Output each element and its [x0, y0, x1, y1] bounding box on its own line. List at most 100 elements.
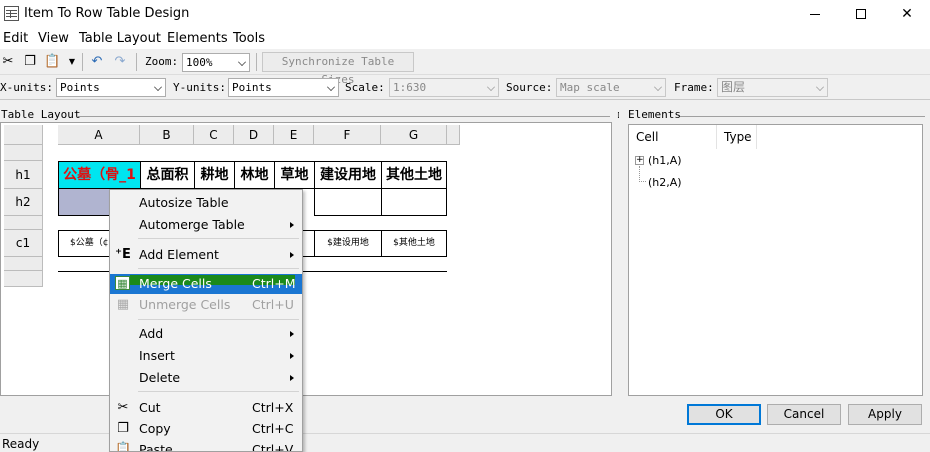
redo-icon[interactable]: ↷: [112, 54, 128, 70]
column-header-d[interactable]: D: [234, 125, 274, 145]
chevron-down-icon: [238, 58, 246, 66]
menu-item-label: Automerge Table: [139, 217, 245, 232]
column-header-f[interactable]: F: [314, 125, 381, 145]
row-header-c1[interactable]: c1: [4, 230, 43, 257]
menu-table-layout[interactable]: Table Layout: [79, 31, 161, 46]
menu-item-add[interactable]: Add: [110, 324, 302, 344]
column-header-e[interactable]: E: [274, 125, 314, 145]
menu-item-cut[interactable]: ✂ Cut Ctrl+X: [110, 398, 302, 418]
chevron-down-icon: [816, 83, 824, 91]
table-layout-canvas[interactable]: A B C D E F G h1 h2 c1 公墓（骨_1 总面积 耕地 林地 …: [0, 122, 612, 396]
submenu-arrow-icon: [290, 375, 294, 381]
column-header-b[interactable]: B: [140, 125, 194, 145]
yunits-value: Points: [232, 81, 272, 94]
menu-item-shortcut: Ctrl+V: [252, 442, 294, 452]
cell-c1-f[interactable]: $建设用地: [314, 230, 382, 257]
close-button[interactable]: ✕: [884, 0, 930, 28]
menu-item-add-element[interactable]: ⁺E Add Element: [110, 245, 302, 265]
menu-item-unmerge-cells[interactable]: ▦ Unmerge Cells Ctrl+U: [110, 295, 302, 315]
minimize-icon: [810, 13, 820, 15]
paste-dropdown-icon[interactable]: ▼: [64, 54, 80, 70]
menu-item-copy[interactable]: ❐ Copy Ctrl+C: [110, 419, 302, 439]
column-header-c[interactable]: C: [194, 125, 234, 145]
column-header-g[interactable]: G: [381, 125, 447, 145]
chevron-down-icon: [154, 83, 162, 91]
cut-icon: ✂: [117, 400, 129, 415]
menu-tools[interactable]: Tools: [233, 31, 265, 46]
cell-h1-b[interactable]: 总面积: [140, 161, 195, 189]
yunits-select[interactable]: Points: [228, 78, 339, 97]
scale-value: 1:630: [393, 81, 427, 94]
menu-item-shortcut: Ctrl+M: [252, 276, 296, 291]
chevron-down-icon: [654, 83, 662, 91]
cell-h1-a[interactable]: 公墓（骨_1: [58, 161, 141, 189]
source-select[interactable]: Map scale: [556, 78, 666, 97]
menu-view[interactable]: View: [38, 31, 69, 46]
menu-item-shortcut: Ctrl+U: [252, 297, 294, 312]
copy-icon: ❐: [117, 421, 129, 436]
group-divider: [77, 116, 610, 117]
app-table-icon: [4, 6, 19, 21]
menu-item-merge-cells[interactable]: ▦ Merge Cells Ctrl+M: [110, 274, 302, 294]
menu-item-label: Cut: [139, 400, 161, 415]
menu-elements[interactable]: Elements: [167, 31, 228, 46]
undo-icon[interactable]: ↶: [89, 54, 105, 70]
cut-icon[interactable]: ✂: [0, 54, 16, 70]
menu-item-shortcut: Ctrl+X: [252, 400, 294, 415]
zoom-label: Zoom:: [145, 55, 179, 68]
menu-item-paste[interactable]: 📋 Paste Ctrl+V: [110, 440, 302, 452]
paste-icon[interactable]: 📋: [44, 54, 60, 70]
column-header-type[interactable]: Type: [717, 125, 757, 149]
frame-select[interactable]: 图层: [717, 78, 828, 97]
minimize-button[interactable]: [792, 0, 838, 28]
cell-c1-g[interactable]: $其他土地: [381, 230, 447, 257]
tree-item[interactable]: (h1,A): [648, 154, 682, 167]
cell-h2-f[interactable]: [314, 188, 382, 216]
row-header-h2[interactable]: h2: [4, 189, 43, 216]
menu-item-label: Unmerge Cells: [139, 297, 231, 312]
menu-item-label: Add Element: [139, 247, 219, 262]
menu-separator: [138, 319, 299, 320]
maximize-icon: [856, 9, 866, 19]
menu-item-label: Autosize Table: [139, 195, 229, 210]
cell-h1-e[interactable]: 草地: [274, 161, 315, 189]
toolbar-separator: [82, 53, 83, 71]
xunits-select[interactable]: Points: [56, 78, 166, 97]
menu-item-delete[interactable]: Delete: [110, 368, 302, 388]
menu-item-autosize-table[interactable]: Autosize Table: [110, 193, 302, 213]
main-toolbar: ✂ ❐ 📋 ▼ ↶ ↷ Zoom: 100% Synchronize Table…: [0, 50, 930, 86]
row-header-h1[interactable]: h1: [4, 161, 43, 189]
menu-item-insert[interactable]: Insert: [110, 346, 302, 366]
menu-edit[interactable]: Edit: [3, 31, 28, 46]
menu-item-label: Delete: [139, 370, 181, 385]
synchronize-table-sizes-button[interactable]: Synchronize Table Sizes: [262, 52, 414, 86]
column-header-a[interactable]: A: [58, 125, 140, 145]
maximize-button[interactable]: [838, 0, 884, 28]
splitter-grip-icon[interactable]: ⁞: [617, 111, 620, 121]
apply-button[interactable]: Apply: [848, 404, 922, 425]
source-value: Map scale: [560, 81, 620, 94]
submenu-arrow-icon: [290, 331, 294, 337]
units-toolbar: X-units: Points Y-units: Points Scale: 1…: [0, 76, 930, 100]
zoom-select[interactable]: 100%: [182, 53, 250, 72]
tree-item[interactable]: (h2,A): [648, 176, 682, 189]
submenu-arrow-icon: [290, 353, 294, 359]
scale-select[interactable]: 1:630: [389, 78, 499, 97]
tree-connector: [639, 181, 646, 182]
corner-header[interactable]: [4, 125, 43, 145]
ok-button[interactable]: OK: [687, 404, 761, 425]
menu-item-automerge-table[interactable]: Automerge Table: [110, 215, 302, 235]
cell-h1-d[interactable]: 林地: [234, 161, 275, 189]
column-header-cell[interactable]: Cell: [629, 125, 717, 149]
cell-h1-f[interactable]: 建设用地: [314, 161, 382, 189]
table-layout-group-title: Table Layout: [1, 108, 81, 121]
expand-icon[interactable]: +: [635, 156, 644, 165]
elements-tree[interactable]: Cell Type + (h1,A) (h2,A): [628, 124, 923, 396]
row-header-blank: [4, 257, 43, 271]
yunits-label: Y-units:: [173, 81, 226, 94]
cell-h1-g[interactable]: 其他土地: [381, 161, 447, 189]
cell-h1-c[interactable]: 耕地: [194, 161, 235, 189]
cell-h2-g[interactable]: [381, 188, 447, 216]
cancel-button[interactable]: Cancel: [767, 404, 841, 425]
copy-icon[interactable]: ❐: [22, 54, 38, 70]
